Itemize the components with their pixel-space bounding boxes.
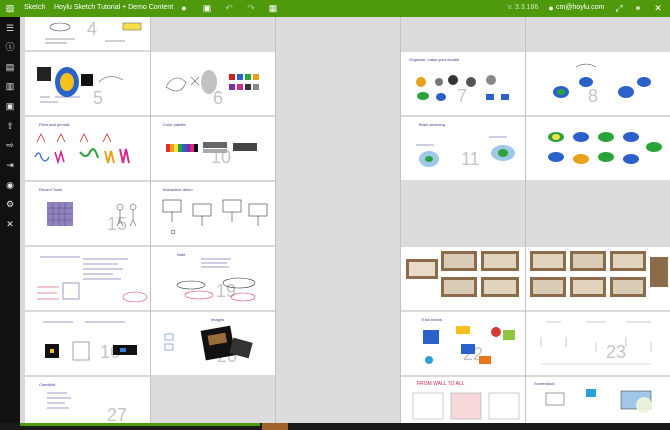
lock-icon[interactable]: ● bbox=[178, 2, 190, 14]
tile-6[interactable]: 6 bbox=[151, 52, 275, 115]
camera-icon[interactable]: ◉ bbox=[4, 179, 16, 191]
close-icon[interactable]: ✕ bbox=[652, 2, 664, 14]
tile-27[interactable]: Checklist 27 bbox=[25, 377, 150, 423]
menu-icon[interactable]: ☰ bbox=[4, 22, 16, 34]
close-icon[interactable]: ✕ bbox=[4, 218, 16, 230]
fullscreen-icon[interactable]: ⤢ bbox=[613, 2, 625, 14]
tile-22[interactable]: Train tracks 22 bbox=[401, 312, 525, 375]
empty-region bbox=[150, 375, 275, 423]
settings-icon[interactable]: ⚙ bbox=[4, 198, 16, 210]
export-icon[interactable]: ▦ bbox=[267, 2, 279, 14]
save-icon[interactable]: ▣ bbox=[4, 100, 16, 112]
tile-15[interactable]: Recent Tools 15 bbox=[25, 182, 150, 245]
save-icon[interactable]: ▣ bbox=[201, 2, 213, 14]
tile-4[interactable]: 4 bbox=[25, 17, 150, 50]
folder-icon[interactable]: ▤ bbox=[4, 61, 16, 73]
share-icon[interactable]: ⇥ bbox=[4, 159, 16, 171]
link-icon[interactable]: ⚭ bbox=[632, 2, 644, 14]
login-icon[interactable]: ⇨ bbox=[4, 139, 16, 151]
sketch-canvas[interactable]: 4 5 Pens and pencils Recent Tools 15 16 … bbox=[20, 17, 670, 423]
tile-8[interactable]: 8 bbox=[526, 52, 670, 115]
tile-blobs[interactable] bbox=[526, 117, 670, 180]
empty-region bbox=[150, 17, 275, 50]
bottom-bar bbox=[0, 423, 670, 430]
tile-23[interactable]: 23 bbox=[526, 312, 670, 375]
empty-region bbox=[275, 17, 400, 423]
document-title: Hoylu Sketch Tutorial + Demo Content bbox=[54, 4, 174, 11]
tile-checklist[interactable] bbox=[25, 247, 150, 310]
open-folder-icon[interactable]: ▥ bbox=[4, 80, 16, 92]
app-name: Sketch bbox=[24, 4, 46, 11]
tile-5[interactable]: 5 bbox=[25, 52, 150, 115]
undo-icon[interactable]: ↶ bbox=[223, 2, 235, 14]
empty-region bbox=[400, 17, 670, 50]
tile-11[interactable]: Brain storming 11 bbox=[401, 117, 525, 180]
tile-10[interactable]: Color palette 10 bbox=[151, 117, 275, 180]
tile-20[interactable]: Images 20 bbox=[151, 312, 275, 375]
top-bar: ▨ Sketch Hoylu Sketch Tutorial + Demo Co… bbox=[0, 0, 670, 17]
tile-16[interactable]: 16 bbox=[25, 312, 150, 375]
info-icon[interactable]: ⓘ bbox=[4, 41, 16, 53]
empty-region bbox=[400, 180, 670, 246]
app-logo-icon[interactable]: ▨ bbox=[4, 2, 16, 14]
upload-icon[interactable]: ⇧ bbox=[4, 120, 16, 132]
tile-from-wall[interactable]: FROM WALL TO ALL bbox=[401, 377, 525, 423]
redo-icon[interactable]: ↷ bbox=[245, 2, 257, 14]
version-label: v. 3.3.186 bbox=[508, 4, 539, 11]
left-sidebar: ☰ ⓘ ▤ ▥ ▣ ⇧ ⇨ ⇥ ◉ ⚙ ✕ bbox=[0, 17, 20, 430]
tile-photos-a[interactable] bbox=[401, 247, 525, 310]
tile-interactive[interactable]: Interactive demo bbox=[151, 182, 275, 245]
tile-screenshot[interactable]: Screenshot bbox=[526, 377, 670, 423]
tile-photos-b[interactable] bbox=[526, 247, 670, 310]
user-email[interactable]: cm@hoylu.com bbox=[556, 4, 604, 11]
tile-7[interactable]: Organize, make your doodle 7 bbox=[401, 52, 525, 115]
tile-pens[interactable]: Pens and pencils bbox=[25, 117, 150, 180]
tile-19[interactable]: Note 19 bbox=[151, 247, 275, 310]
